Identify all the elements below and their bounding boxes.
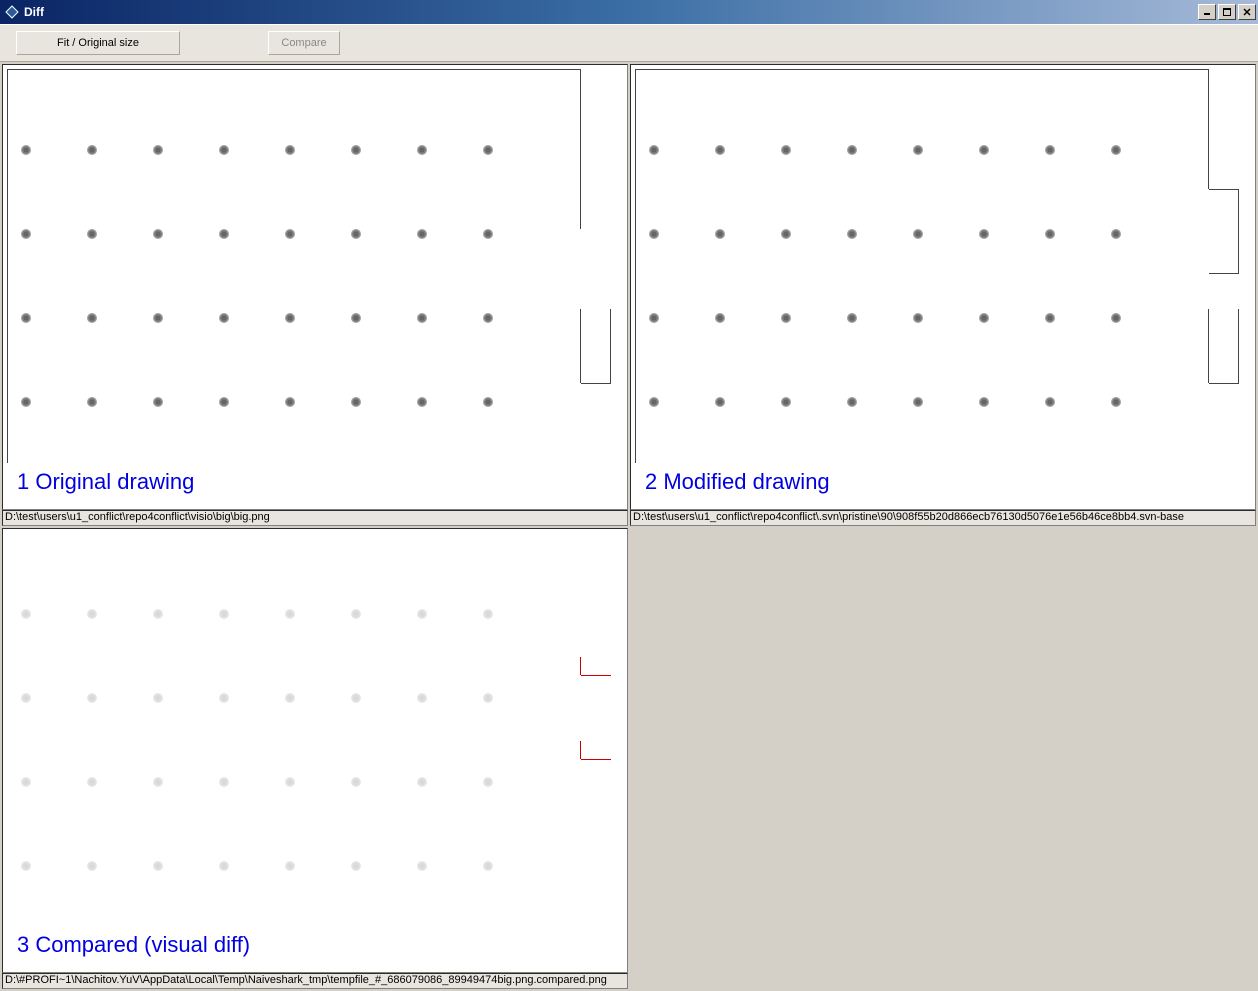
compare-button[interactable]: Compare [268,31,340,55]
panel-original: 1 Original drawing D:\test\users\u1_conf… [2,64,628,526]
minimize-button[interactable] [1198,4,1216,20]
main-grid: 1 Original drawing D:\test\users\u1_conf… [0,62,1258,991]
canvas-compared[interactable]: 3 Compared (visual diff) [2,528,628,974]
canvas-modified[interactable]: 2 Modified drawing [630,64,1256,510]
app-icon [4,4,20,20]
path-compared: D:\#PROFI~1\Nachitov.YuV\AppData\Local\T… [2,973,628,989]
panel-empty [630,528,1256,990]
fit-original-button[interactable]: Fit / Original size [16,31,180,55]
path-modified: D:\test\users\u1_conflict\repo4conflict\… [630,510,1256,526]
toolbar: Fit / Original size Compare [0,24,1258,62]
caption-compared: 3 Compared (visual diff) [17,932,250,958]
path-original: D:\test\users\u1_conflict\repo4conflict\… [2,510,628,526]
window-title: Diff [24,5,1196,19]
close-button[interactable] [1238,4,1256,20]
caption-original: 1 Original drawing [17,469,194,495]
maximize-button[interactable] [1218,4,1236,20]
caption-modified: 2 Modified drawing [645,469,830,495]
panel-modified: 2 Modified drawing D:\test\users\u1_conf… [630,64,1256,526]
canvas-original[interactable]: 1 Original drawing [2,64,628,510]
window-controls [1196,4,1256,20]
panel-compared: 3 Compared (visual diff) D:\#PROFI~1\Nac… [2,528,628,990]
titlebar: Diff [0,0,1258,24]
